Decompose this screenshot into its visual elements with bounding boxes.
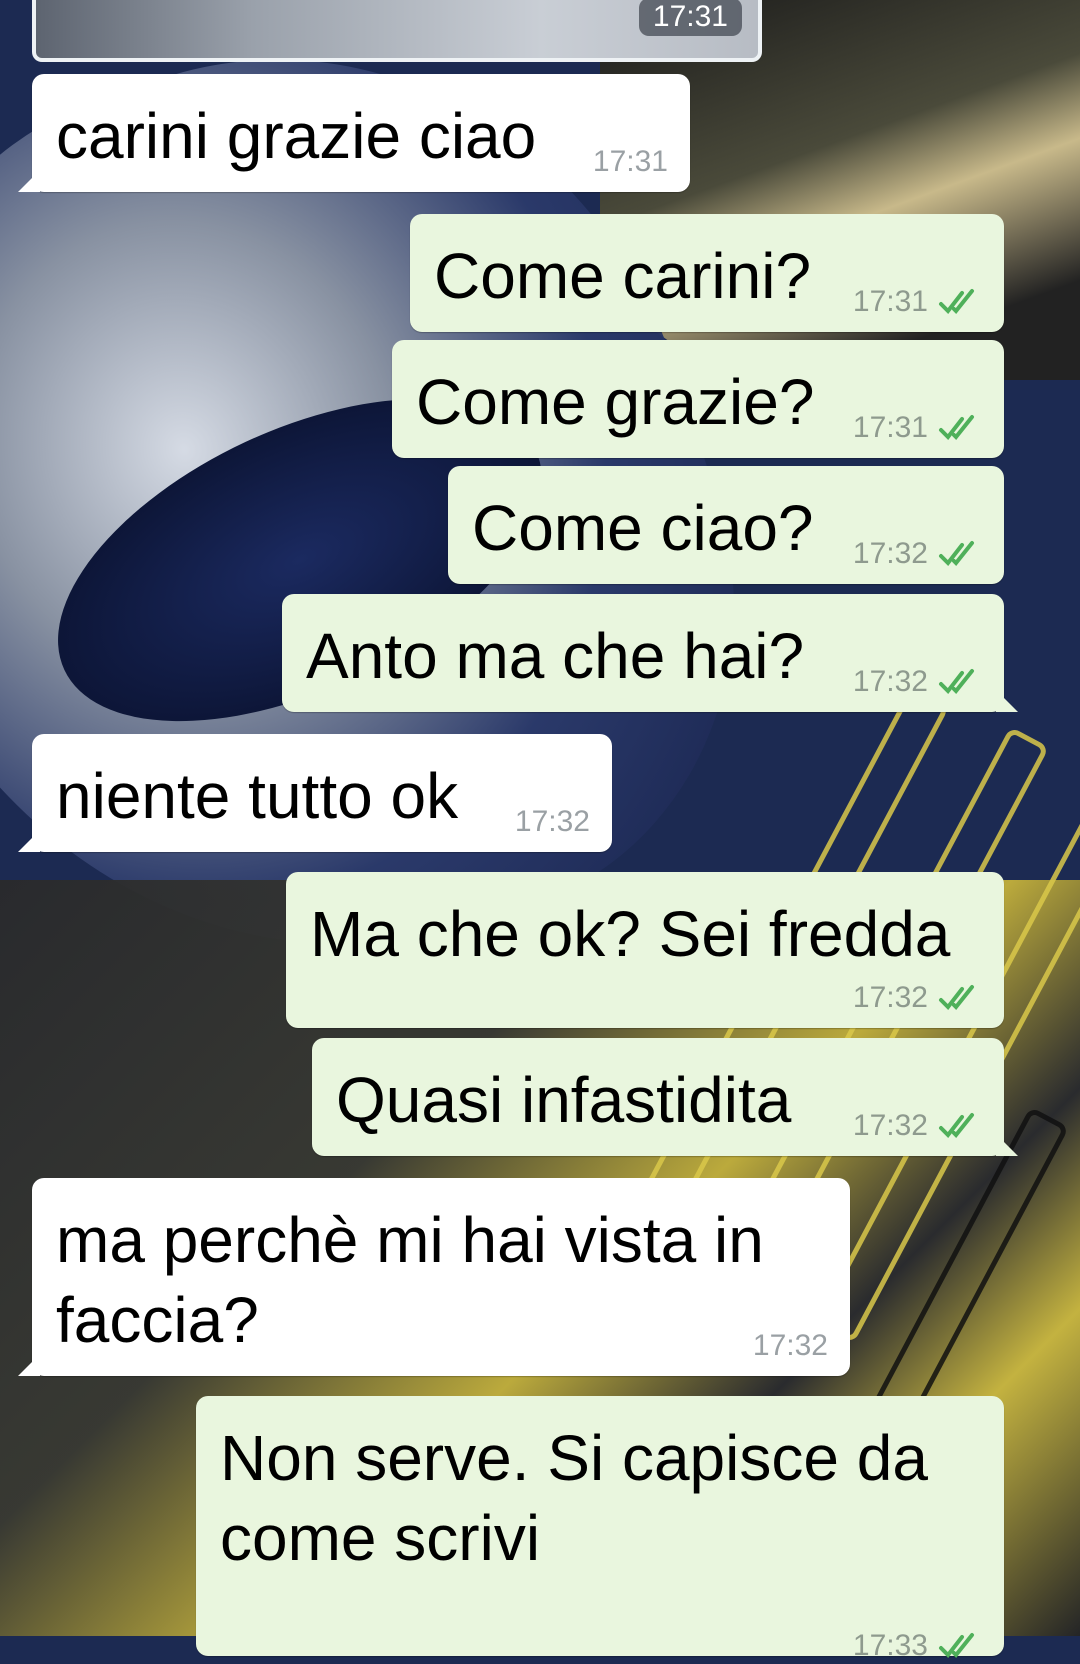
message-time: 17:32 xyxy=(852,1109,928,1142)
message-meta: 17:32 xyxy=(853,980,982,1016)
message-meta: 17:32 xyxy=(515,804,590,840)
message-text: carini grazie ciao xyxy=(56,100,537,172)
message-meta: 17:31 xyxy=(853,410,982,446)
message-text: Quasi infastidita xyxy=(336,1064,792,1136)
double-check-icon xyxy=(939,541,974,567)
message-meta: 17:32 xyxy=(853,1108,982,1144)
message-list[interactable]: carini grazie ciao 17:31 Come carini? 17… xyxy=(0,0,1080,1662)
outgoing-message[interactable]: Anto ma che hai? 17:32 xyxy=(282,594,1018,712)
message-text: Ma che ok? Sei fredda xyxy=(310,898,951,970)
message-time: 17:31 xyxy=(592,145,668,178)
incoming-message[interactable]: ma perchè mi hai vista in faccia? 17:32 xyxy=(18,1178,850,1376)
message-time: 17:32 xyxy=(852,665,928,698)
message-meta: 17:31 xyxy=(593,144,668,180)
message-time: 17:33 xyxy=(852,1629,928,1662)
message-text: Come ciao? xyxy=(472,492,814,564)
message-time: 17:32 xyxy=(852,981,928,1014)
double-check-icon xyxy=(939,289,974,315)
message-text: Come carini? xyxy=(434,240,812,312)
message-meta: 17:32 xyxy=(853,664,982,700)
message-time: 17:31 xyxy=(852,411,928,444)
double-check-icon xyxy=(939,415,974,441)
message-time: 17:32 xyxy=(852,537,928,570)
message-time: 17:32 xyxy=(514,805,590,838)
incoming-message[interactable]: niente tutto ok 17:32 xyxy=(18,734,612,852)
outgoing-message[interactable]: Come carini? 17:31 xyxy=(410,214,1004,332)
message-time: 17:32 xyxy=(752,1329,828,1362)
message-text: ma perchè mi hai vista in faccia? xyxy=(56,1204,764,1356)
message-meta: 17:32 xyxy=(853,536,982,572)
outgoing-message[interactable]: Ma che ok? Sei fredda 17:32 xyxy=(286,872,1004,1028)
outgoing-message[interactable]: Come grazie? 17:31 xyxy=(392,340,1004,458)
double-check-icon xyxy=(939,985,974,1011)
message-text: Come grazie? xyxy=(416,366,815,438)
message-time: 17:31 xyxy=(852,285,928,318)
message-meta: 17:31 xyxy=(853,284,982,320)
message-text: Non serve. Si capisce da come scrivi xyxy=(220,1422,928,1574)
outgoing-message[interactable]: Non serve. Si capisce da come scrivi 17:… xyxy=(196,1396,1004,1662)
message-text: Anto ma che hai? xyxy=(306,620,805,692)
incoming-message[interactable]: carini grazie ciao 17:31 xyxy=(18,74,690,192)
message-meta: 17:32 xyxy=(753,1328,828,1364)
outgoing-message[interactable]: Quasi infastidita 17:32 xyxy=(312,1038,1018,1156)
message-text: niente tutto ok xyxy=(56,760,459,832)
message-meta: 17:33 xyxy=(853,1628,982,1664)
outgoing-message[interactable]: Come ciao? 17:32 xyxy=(448,466,1004,584)
double-check-icon xyxy=(939,669,974,695)
double-check-icon xyxy=(939,1113,974,1139)
